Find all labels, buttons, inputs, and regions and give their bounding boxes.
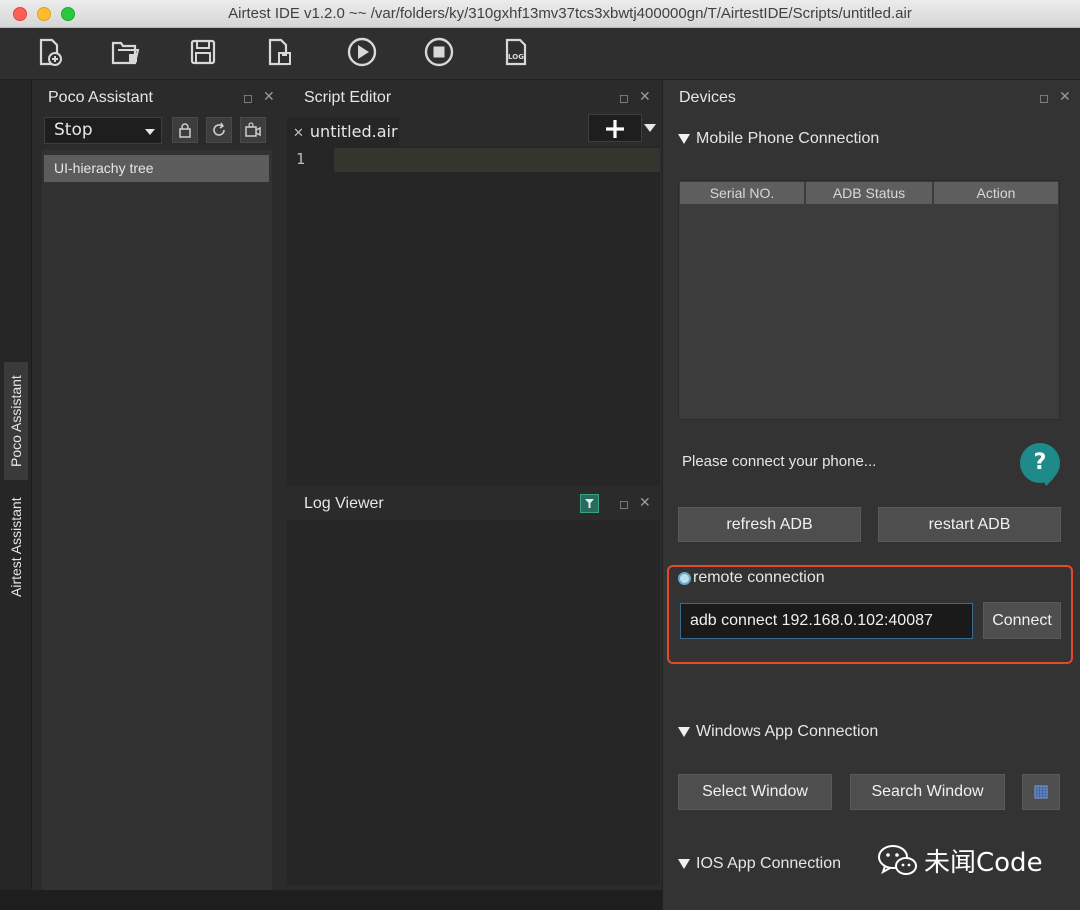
script-editor-title: Script Editor <box>304 89 392 106</box>
connection-status-text: Please connect your phone... <box>682 453 877 470</box>
devices-title: Devices <box>679 89 736 106</box>
ui-hierarchy-tree-item[interactable]: UI-hierachy tree <box>44 155 269 182</box>
lock-icon[interactable] <box>172 117 198 143</box>
tab-untitled-air[interactable]: ✕ untitled.air <box>287 117 399 147</box>
plus-icon <box>606 120 624 138</box>
poco-mode-value: Stop <box>54 120 93 140</box>
close-icon[interactable]: ✕ <box>639 495 651 511</box>
collapse-triangle-icon <box>678 133 690 144</box>
save-as-icon[interactable] <box>261 34 297 70</box>
close-icon[interactable]: ✕ <box>263 89 275 105</box>
log-output <box>287 520 660 885</box>
log-icon[interactable]: LOG <box>498 34 534 70</box>
collapse-triangle-icon <box>678 726 690 737</box>
side-tab-airtest-assistant[interactable]: Airtest Assistant <box>4 482 28 612</box>
close-tab-icon[interactable]: ✕ <box>293 126 304 141</box>
poco-mode-select[interactable]: Stop <box>44 117 162 144</box>
title-bar: Airtest IDE v1.2.0 ~~ /var/folders/ky/31… <box>0 0 1080 28</box>
tab-label: untitled.air <box>309 122 398 141</box>
search-window-button[interactable]: Search Window <box>850 774 1005 810</box>
refresh-adb-button[interactable]: refresh ADB <box>678 507 861 542</box>
current-line-highlight <box>334 148 660 172</box>
connect-button[interactable]: Connect <box>983 602 1061 639</box>
side-tab-poco-assistant[interactable]: Poco Assistant <box>4 362 28 480</box>
restart-adb-button[interactable]: restart ADB <box>878 507 1061 542</box>
poco-panel-title: Poco Assistant <box>48 89 153 106</box>
float-icon[interactable]: ◻ <box>1039 91 1049 105</box>
chevron-down-icon[interactable] <box>644 124 656 132</box>
window-grid-button[interactable] <box>1022 774 1060 810</box>
section-label: IOS App Connection <box>696 855 841 872</box>
window-grid-icon <box>1034 785 1048 799</box>
float-icon[interactable]: ◻ <box>619 497 629 511</box>
open-folder-icon[interactable] <box>107 34 143 70</box>
add-snippet-button[interactable] <box>588 114 642 142</box>
float-icon[interactable]: ◻ <box>243 91 253 105</box>
save-icon[interactable] <box>185 34 221 70</box>
stop-icon[interactable] <box>421 34 457 70</box>
device-table <box>678 180 1060 420</box>
float-icon[interactable]: ◻ <box>619 91 629 105</box>
section-label: Windows App Connection <box>696 723 879 740</box>
line-number: 1 <box>296 150 306 168</box>
toolbar: LOG <box>0 28 1080 80</box>
section-label: Mobile Phone Connection <box>696 130 880 147</box>
ui-tree-panel <box>42 150 272 890</box>
remote-connection-label: remote connection <box>693 569 825 586</box>
refresh-icon[interactable] <box>206 117 232 143</box>
wechat-logo-icon <box>876 840 920 880</box>
column-adb-status[interactable]: ADB Status <box>806 182 932 204</box>
remote-connection-radio[interactable] <box>678 572 691 585</box>
new-file-icon[interactable] <box>31 34 67 70</box>
column-serial-no[interactable]: Serial NO. <box>680 182 804 204</box>
window-title: Airtest IDE v1.2.0 ~~ /var/folders/ky/31… <box>228 5 912 22</box>
run-icon[interactable] <box>344 34 380 70</box>
status-bar <box>0 890 662 910</box>
code-editor[interactable] <box>287 146 660 486</box>
adb-connect-input[interactable]: adb connect 192.168.0.102:40087 <box>680 603 973 639</box>
chevron-down-icon <box>145 129 155 135</box>
watermark-text: 未闻Code <box>924 848 1043 878</box>
select-window-button[interactable]: Select Window <box>678 774 832 810</box>
mobile-connection-section[interactable]: Mobile Phone Connection <box>678 130 879 148</box>
collapse-triangle-icon <box>678 858 690 869</box>
close-icon[interactable]: ✕ <box>639 89 651 105</box>
log-viewer-title: Log Viewer <box>304 495 384 512</box>
windows-connection-section[interactable]: Windows App Connection <box>678 723 878 741</box>
log-icon-label: LOG <box>508 53 524 61</box>
filter-icon[interactable] <box>580 494 599 513</box>
ios-connection-section[interactable]: IOS App Connection <box>678 855 841 873</box>
close-icon[interactable]: ✕ <box>1059 89 1071 105</box>
help-bubble-tail <box>1042 478 1054 486</box>
record-icon[interactable] <box>240 117 266 143</box>
help-button[interactable]: ? <box>1020 443 1060 483</box>
column-action[interactable]: Action <box>934 182 1058 204</box>
